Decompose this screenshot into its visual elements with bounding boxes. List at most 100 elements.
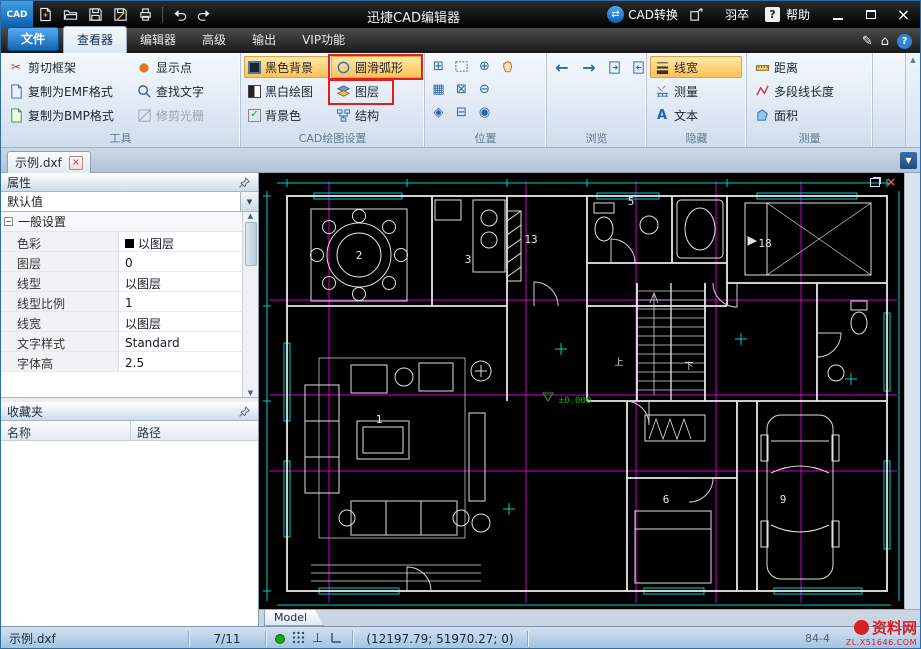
preset-combobox[interactable]: 默认值 ▼ <box>1 192 258 212</box>
room-label: 18 <box>758 237 771 250</box>
minimize-button[interactable] <box>824 4 851 25</box>
undo-icon[interactable] <box>167 3 192 26</box>
tab-vip[interactable]: VIP功能 <box>289 27 358 53</box>
layers-button[interactable]: 图层 <box>331 80 422 102</box>
clip-frame-button[interactable]: ✂剪切框架 <box>4 56 130 78</box>
trim-raster-button[interactable]: 修剪光栅 <box>132 104 236 126</box>
help-icon[interactable]: ? <box>765 7 780 22</box>
open-folder-icon[interactable] <box>58 3 83 26</box>
polyline-length-button[interactable]: 多段线长度 <box>750 80 868 102</box>
structure-button[interactable]: 结构 <box>331 104 422 126</box>
zoom-in-icon[interactable]: ⊕ <box>474 56 495 77</box>
converter-icon[interactable] <box>684 3 709 26</box>
ortho-toggle-icon[interactable]: ⊥ <box>312 631 323 646</box>
favorites-list[interactable] <box>1 441 258 626</box>
property-row[interactable]: 图层0 <box>1 252 242 272</box>
measure-toggle[interactable]: 测量 <box>650 80 742 102</box>
zoom-window-icon[interactable] <box>451 56 472 77</box>
column-header-path[interactable]: 路径 <box>131 421 258 441</box>
bw-drawing-toggle[interactable]: 黑白绘图 <box>244 80 329 102</box>
property-row[interactable]: 线型比例1 <box>1 292 242 312</box>
zoom-extents-icon[interactable]: ⊠ <box>451 79 472 100</box>
scroll-thumb[interactable] <box>245 222 257 266</box>
property-group-row[interactable]: − 一般设置 <box>1 212 242 232</box>
next-view-icon[interactable] <box>628 57 649 78</box>
home-icon[interactable]: ⌂ <box>881 34 889 49</box>
toolbar-separator <box>162 7 163 23</box>
model-tab[interactable]: Model <box>264 610 324 626</box>
tab-viewer[interactable]: 查看器 <box>63 26 127 53</box>
polyline-icon <box>754 83 770 99</box>
floor-plan-drawing[interactable]: ±0.000 1 2 3 5 6 9 13 18 上 下 <box>259 173 904 609</box>
print-icon[interactable] <box>133 3 158 26</box>
scroll-down-icon[interactable]: ▼ <box>248 389 253 397</box>
tab-editor[interactable]: 编辑器 <box>127 27 189 53</box>
show-points-button[interactable]: ●显示点 <box>132 56 236 78</box>
property-row[interactable]: 线宽以图层 <box>1 312 242 332</box>
cad-convert-button[interactable]: ⇄ CAD转换 <box>607 6 678 23</box>
scroll-up-icon[interactable]: ▲ <box>248 212 253 220</box>
property-row[interactable]: 字体高2.5 <box>1 352 242 372</box>
find-text-button[interactable]: 查找文字 <box>132 80 236 102</box>
tab-list-dropdown-icon[interactable]: ▼ <box>900 152 917 169</box>
ribbon-help-icon[interactable]: ? <box>897 34 912 49</box>
pin-icon[interactable] <box>238 176 252 190</box>
ribbon-group-tools: ✂剪切框架 复制为EMF格式 复制为BMP格式 ●显示点 查找文字 修剪光栅 工… <box>1 53 241 147</box>
ribbon-group-hide: 线宽 测量 A文本 隐藏 <box>647 53 747 147</box>
copy-bmp-button[interactable]: 复制为BMP格式 <box>4 104 130 126</box>
ribbon-collapse-strip[interactable]: ▲ <box>905 53 920 147</box>
polar-toggle-icon[interactable] <box>330 631 343 647</box>
lineweight-toggle[interactable]: 线宽 <box>650 56 742 78</box>
document-tab-close-icon[interactable]: × <box>69 156 83 170</box>
redo-icon[interactable] <box>192 3 217 26</box>
column-header-name[interactable]: 名称 <box>1 421 131 441</box>
tab-advanced[interactable]: 高级 <box>189 27 239 53</box>
back-icon[interactable]: ← <box>550 56 574 78</box>
user-name[interactable]: 羽卒 <box>725 6 749 23</box>
pin-icon[interactable] <box>238 405 252 419</box>
prev-view-icon[interactable] <box>604 57 625 78</box>
save-as-icon[interactable] <box>108 3 133 26</box>
tab-output[interactable]: 输出 <box>239 27 289 53</box>
zoom-all-icon[interactable]: ◉ <box>474 102 495 123</box>
view-paste-icon[interactable]: ▦ <box>428 79 449 100</box>
document-tab-label: 示例.dxf <box>15 154 62 171</box>
distance-button[interactable]: 距离 <box>750 56 868 78</box>
collapse-icon[interactable]: − <box>4 217 13 226</box>
property-row[interactable]: 色彩以图层 <box>1 232 242 252</box>
vertical-scrollbar-track[interactable] <box>904 173 921 609</box>
edit-pencil-icon[interactable]: ✎ <box>862 34 873 49</box>
zoom-out-icon[interactable]: ⊖ <box>474 79 495 100</box>
origin-icon[interactable]: ⊟ <box>451 102 472 123</box>
snap-toggle-icon[interactable] <box>275 634 285 644</box>
grid-toggle-icon[interactable] <box>292 631 305 647</box>
view-copy-icon[interactable]: ⊞ <box>428 56 449 77</box>
combo-dropdown-icon[interactable]: ▼ <box>240 192 258 211</box>
property-grid-scrollbar[interactable]: ▲ ▼ <box>242 212 258 397</box>
copy-emf-button[interactable]: 复制为EMF格式 <box>4 80 130 102</box>
drawing-canvas[interactable]: ±0.000 1 2 3 5 6 9 13 18 上 下 × <box>259 173 904 609</box>
watermark: 资料网 ZL.X51646.COM <box>846 617 917 647</box>
area-button[interactable]: 面积 <box>750 104 868 126</box>
pan-hand-icon[interactable] <box>497 56 518 77</box>
maximize-button[interactable] <box>857 4 884 25</box>
property-row[interactable]: 文字样式Standard <box>1 332 242 352</box>
new-file-icon[interactable] <box>33 3 58 26</box>
background-color-button[interactable]: ✓背景色 <box>244 104 329 126</box>
smooth-arc-toggle[interactable]: 圆滑弧形 <box>331 56 422 78</box>
black-background-toggle[interactable]: 黑色背景 <box>244 56 329 78</box>
help-label[interactable]: 帮助 <box>786 6 810 23</box>
document-tab[interactable]: 示例.dxf × <box>7 151 91 173</box>
window-title: 迅捷CAD编辑器 <box>367 7 460 26</box>
text-toggle[interactable]: A文本 <box>650 104 742 126</box>
property-row[interactable]: 线型以图层 <box>1 272 242 292</box>
mdi-window-controls: × <box>870 177 896 187</box>
forward-icon[interactable]: → <box>577 56 601 78</box>
tab-file[interactable]: 文件 <box>7 27 59 51</box>
rotate-view-icon[interactable]: ◈ <box>428 102 449 123</box>
mdi-restore-icon[interactable] <box>870 178 880 187</box>
close-button[interactable]: × <box>890 4 917 25</box>
bmp-page-icon <box>8 107 24 123</box>
mdi-close-icon[interactable]: × <box>886 177 896 187</box>
save-icon[interactable] <box>83 3 108 26</box>
